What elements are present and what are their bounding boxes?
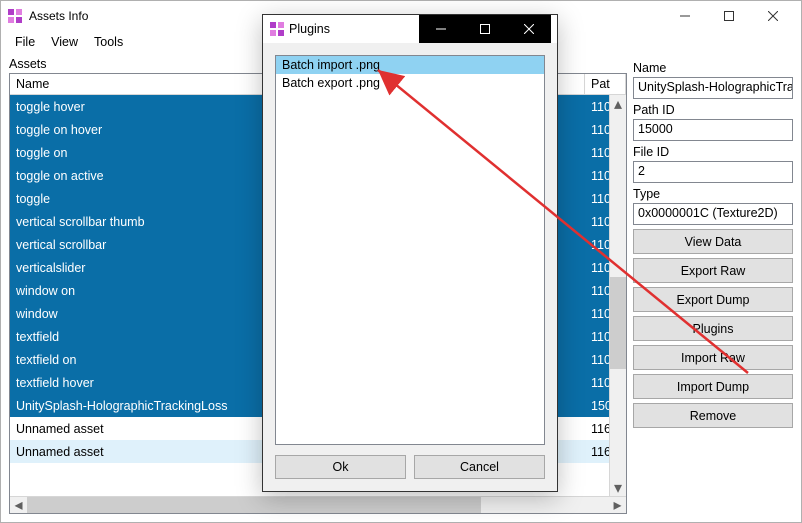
column-header-path[interactable]: Pat — [585, 74, 626, 94]
scroll-down-icon[interactable]: ▾ — [610, 479, 626, 496]
type-label: Type — [633, 187, 793, 201]
cell-path: 110 — [585, 238, 609, 252]
fileid-label: File ID — [633, 145, 793, 159]
dialog-maximize-button[interactable] — [463, 15, 507, 43]
pathid-label: Path ID — [633, 103, 793, 117]
app-icon — [7, 8, 23, 24]
cell-path: 110 — [585, 169, 609, 183]
horizontal-scrollbar[interactable]: ◂ ▸ — [10, 496, 626, 513]
menu-file[interactable]: File — [7, 33, 43, 51]
hscroll-thumb[interactable] — [27, 497, 481, 513]
properties-panel: Name UnitySplash-HolographicTracking Pat… — [633, 57, 793, 514]
scroll-up-icon[interactable]: ▴ — [610, 95, 626, 112]
cell-path: 110 — [585, 123, 609, 137]
remove-button[interactable]: Remove — [633, 403, 793, 428]
cell-path: 110 — [585, 284, 609, 298]
list-item[interactable]: Batch import .png — [276, 56, 544, 74]
import-raw-button[interactable]: Import Raw — [633, 345, 793, 370]
cell-path: 116 — [585, 422, 609, 436]
dialog-title: Plugins — [289, 22, 330, 36]
cell-path: 110 — [585, 307, 609, 321]
dialog-minimize-button[interactable] — [419, 15, 463, 43]
scroll-right-icon[interactable]: ▸ — [609, 497, 626, 514]
cell-path: 110 — [585, 376, 609, 390]
dialog-app-icon — [269, 21, 285, 37]
vertical-scrollbar[interactable]: ▴ ▾ — [609, 95, 626, 496]
plugins-listbox[interactable]: Batch import .pngBatch export .png — [275, 55, 545, 445]
minimize-button[interactable] — [663, 1, 707, 31]
scroll-left-icon[interactable]: ◂ — [10, 497, 27, 514]
cell-path: 110 — [585, 100, 609, 114]
import-dump-button[interactable]: Import Dump — [633, 374, 793, 399]
maximize-button[interactable] — [707, 1, 751, 31]
window-controls — [663, 1, 795, 31]
ok-button[interactable]: Ok — [275, 455, 406, 479]
type-field[interactable]: 0x0000001C (Texture2D) — [633, 203, 793, 225]
cell-path: 110 — [585, 215, 609, 229]
fileid-field[interactable]: 2 — [633, 161, 793, 183]
cell-path: 116 — [585, 445, 609, 459]
cell-path: 110 — [585, 330, 609, 344]
name-label: Name — [633, 61, 793, 75]
close-button[interactable] — [751, 1, 795, 31]
window-title: Assets Info — [29, 9, 88, 23]
name-field[interactable]: UnitySplash-HolographicTracking — [633, 77, 793, 99]
menu-tools[interactable]: Tools — [86, 33, 131, 51]
list-item[interactable]: Batch export .png — [276, 74, 544, 92]
cell-path: 110 — [585, 146, 609, 160]
cell-path: 150 — [585, 399, 609, 413]
cell-path: 110 — [585, 192, 609, 206]
dialog-close-button[interactable] — [507, 15, 551, 43]
cell-path: 110 — [585, 261, 609, 275]
cell-path: 110 — [585, 353, 609, 367]
menu-view[interactable]: View — [43, 33, 86, 51]
export-raw-button[interactable]: Export Raw — [633, 258, 793, 283]
cancel-button[interactable]: Cancel — [414, 455, 545, 479]
view-data-button[interactable]: View Data — [633, 229, 793, 254]
export-dump-button[interactable]: Export Dump — [633, 287, 793, 312]
vscroll-thumb[interactable] — [610, 277, 626, 369]
dialog-titlebar: Plugins — [263, 15, 557, 43]
plugins-dialog: Plugins Batch import .pngBatch export .p… — [262, 14, 558, 492]
plugins-button[interactable]: Plugins — [633, 316, 793, 341]
pathid-field[interactable]: 15000 — [633, 119, 793, 141]
